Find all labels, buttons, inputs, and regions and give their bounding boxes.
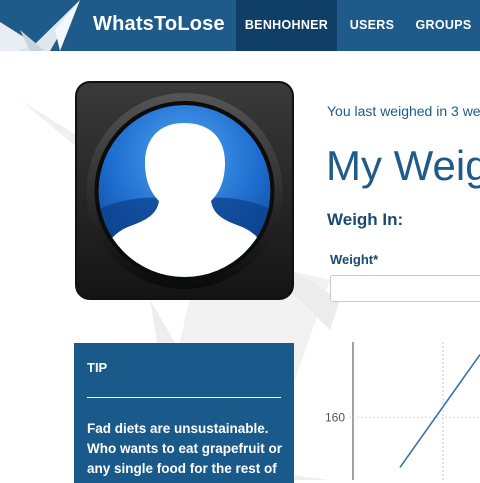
top-navbar: WhatsToLose BENHOHNER USERS GROUPS <box>0 0 480 51</box>
page-title: My Weig <box>326 142 480 189</box>
last-weighed-notice: You last weighed in 3 wee <box>327 103 480 119</box>
user-avatar <box>75 81 294 300</box>
tip-panel: TIP Fad diets are unsustainable. Who wan… <box>74 343 294 483</box>
nav-item-user-account[interactable]: BENHOHNER <box>236 0 337 51</box>
weight-history-chart: 160 <box>325 342 480 480</box>
weight-field-label: Weight* <box>330 252 379 267</box>
weigh-in-heading: Weigh In: <box>327 210 404 229</box>
tip-divider <box>87 397 281 398</box>
weight-input[interactable] <box>330 275 480 302</box>
brand-logo-text[interactable]: WhatsToLose <box>93 13 225 36</box>
chart-y-tick-label: 160 <box>325 410 345 424</box>
crane-logo-icon <box>0 0 80 51</box>
chart-series-line <box>399 354 480 468</box>
nav-item-users[interactable]: USERS <box>337 0 407 51</box>
tip-text: Fad diets are unsustainable. Who wants t… <box>87 421 283 476</box>
nav-item-groups[interactable]: GROUPS <box>407 0 480 51</box>
tip-title: TIP <box>87 360 108 375</box>
